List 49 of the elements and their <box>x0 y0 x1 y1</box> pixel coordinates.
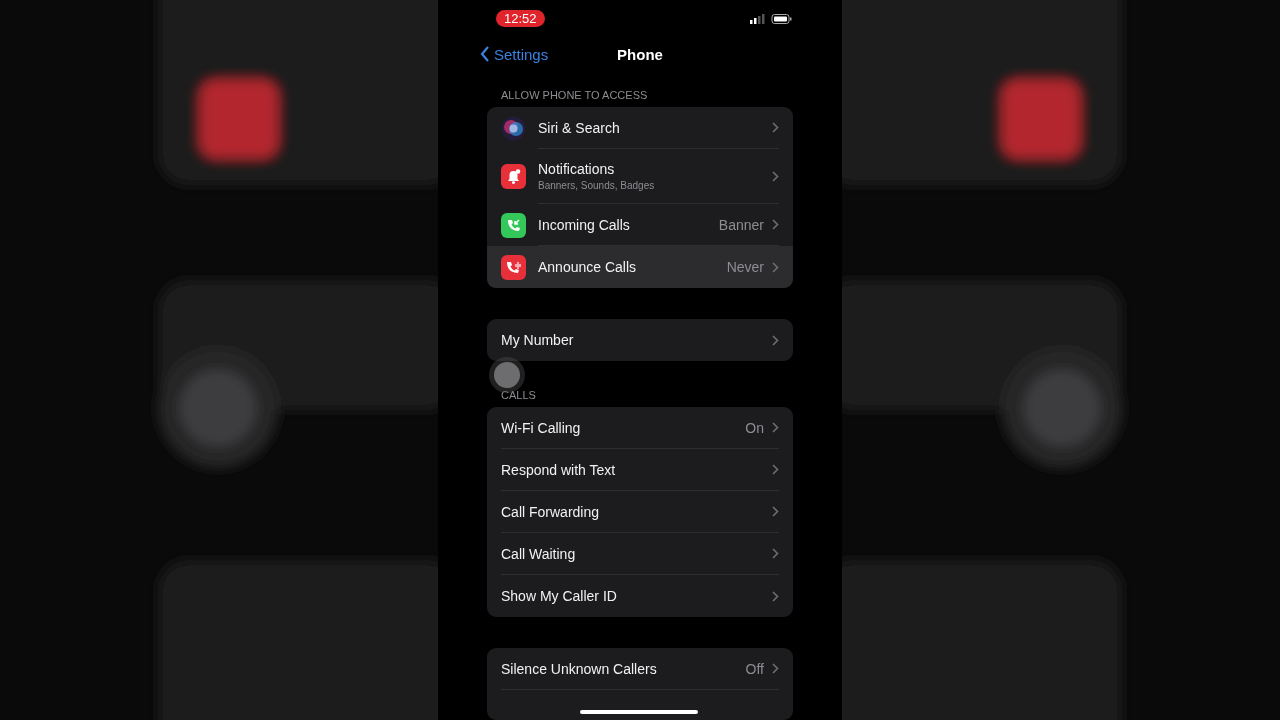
chevron-icon <box>772 261 779 273</box>
siri-orb-icon <box>501 115 526 141</box>
bell-icon <box>501 164 526 189</box>
row-label: Call Forwarding <box>501 503 601 520</box>
row-label: My Number <box>501 332 575 348</box>
chevron-icon <box>772 548 779 559</box>
phone-sound-icon <box>501 254 526 280</box>
row-label: Wi-Fi Calling <box>501 419 582 436</box>
settings-row[interactable]: Call Waiting <box>487 533 793 575</box>
status-time: 12:52 <box>496 10 545 27</box>
chevron-icon <box>772 219 779 230</box>
chevron-icon <box>772 464 779 475</box>
chevron-icon <box>772 663 779 674</box>
chevron-icon <box>772 334 779 346</box>
row-value: On <box>745 419 764 436</box>
row-label: Notifications <box>538 161 616 177</box>
row-label: Show My Caller ID <box>501 588 618 604</box>
row-label: Announce Calls <box>538 259 638 275</box>
touch-indicator <box>494 362 520 388</box>
settings-row[interactable]: Silence Unknown Callers Off <box>487 648 793 690</box>
settings-row[interactable]: Notifications Banners, Sounds, Badges <box>487 149 793 204</box>
row-label: Siri & Search <box>538 119 621 136</box>
chevron-icon <box>772 422 779 433</box>
section-header: ALLOW PHONE TO ACCESS <box>500 89 649 103</box>
settings-row[interactable]: My Number <box>487 319 793 361</box>
settings-row[interactable]: Show My Caller ID <box>487 575 793 617</box>
chevron-icon <box>772 590 779 602</box>
back-link[interactable]: Settings <box>480 45 549 63</box>
row-value: Never <box>726 259 764 275</box>
row-label: Incoming Calls <box>538 216 631 233</box>
section-header: CALLS <box>500 389 537 403</box>
row-label: Call Waiting <box>501 545 577 562</box>
back-chevron-icon <box>480 46 490 62</box>
screen-title: Phone <box>617 45 663 63</box>
incoming-call-icon <box>501 212 526 238</box>
settings-row[interactable]: Announce Calls Never <box>487 246 793 288</box>
settings-row[interactable]: Respond with Text <box>487 449 793 491</box>
row-label: Respond with Text <box>501 461 617 478</box>
chevron-icon <box>772 170 779 182</box>
row-label: Silence Unknown Callers <box>501 660 658 677</box>
settings-row[interactable]: Call Forwarding <box>487 491 793 533</box>
chevron-icon <box>772 122 779 133</box>
settings-row[interactable]: Wi-Fi Calling On <box>487 407 793 449</box>
settings-row[interactable]: Siri & Search <box>487 107 793 149</box>
row-subtitle: Banners, Sounds, Badges <box>538 180 656 191</box>
row-value: Banner <box>718 216 764 233</box>
status-icons <box>750 13 792 24</box>
chevron-icon <box>772 506 779 517</box>
row-value: Off <box>745 660 764 677</box>
